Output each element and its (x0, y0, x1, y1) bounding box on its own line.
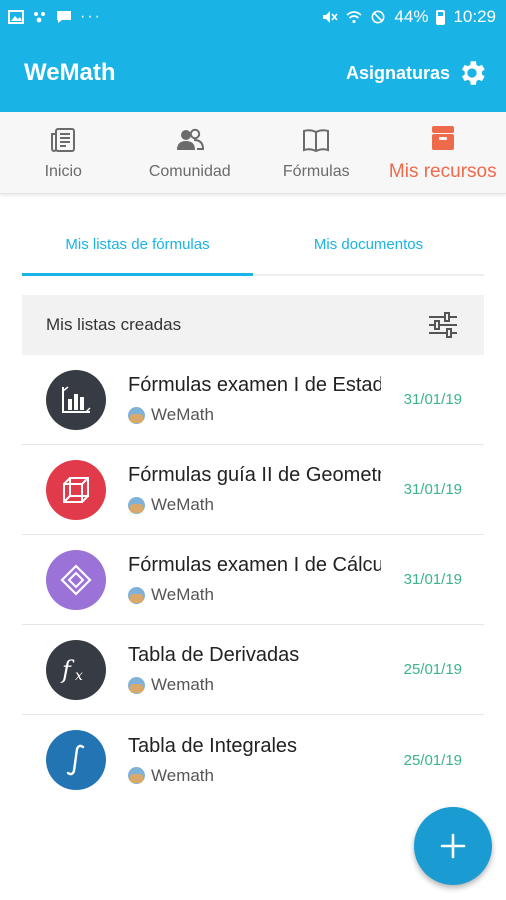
list-item[interactable]: Tabla de Integrales Wemath 25/01/19 (22, 715, 484, 805)
wemath-logo-icon (128, 767, 145, 784)
wemath-logo-icon (128, 586, 145, 604)
nav-item-inicio[interactable]: Inicio (0, 112, 127, 193)
list-title: Fórmulas examen I de Estadística (128, 374, 381, 396)
tab-formula-lists[interactable]: Mis listas de fórmulas (22, 232, 253, 276)
list-title: Tabla de Derivadas (128, 644, 300, 666)
signal-dots-icon (34, 12, 45, 23)
filter-bar: Mis listas creadas (22, 295, 484, 355)
status-bar: ··· 44% 10:29 (0, 0, 506, 34)
more-notifications: ··· (80, 8, 102, 25)
wemath-logo-icon (128, 406, 145, 424)
list-title: Fórmulas examen I de Cálculo (128, 554, 381, 576)
list-title: Fórmulas guía II de Geometría (128, 464, 381, 486)
inbox-icon (431, 125, 454, 150)
svg-text:x: x (75, 668, 83, 684)
list-item[interactable]: Fórmulas guía II de Geometría WeMath 31/… (22, 445, 484, 535)
list-author-name: Wemath (151, 675, 214, 694)
clock: 10:29 (453, 7, 496, 26)
image-icon (8, 10, 24, 24)
book-icon (303, 128, 330, 152)
community-icon (176, 128, 204, 150)
nav-label-comunidad: Comunidad (148, 162, 231, 180)
nav-item-mis-recursos[interactable]: Mis recursos (380, 112, 506, 193)
list-author: WeMath (128, 585, 381, 605)
list-avatar (46, 730, 106, 790)
list-item[interactable]: Fórmulas examen I de Estadística WeMath … (22, 355, 484, 445)
news-icon (51, 127, 76, 152)
nav-label-mis-recursos: Mis recursos (388, 160, 497, 182)
list-author: WeMath (128, 405, 381, 425)
integral-icon (66, 744, 85, 776)
formula-list: Fórmulas examen I de Estadística WeMath … (22, 355, 484, 805)
list-author: WeMath (128, 495, 381, 515)
main-nav: Inicio Comunidad Fórmulas Mis recursos (0, 112, 506, 194)
svg-text:f: f (60, 656, 75, 684)
app-bar: WeMath Asignaturas (0, 34, 506, 112)
nav-label-inicio: Inicio (44, 162, 82, 180)
sliders-icon[interactable] (428, 312, 458, 338)
cube-icon (63, 476, 89, 503)
list-date: 31/01/19 (403, 481, 462, 498)
sub-tabs: Mis listas de fórmulas Mis documentos (22, 232, 484, 276)
fx-icon: f x (60, 656, 83, 684)
list-author-name: WeMath (151, 585, 214, 604)
list-date: 25/01/19 (403, 751, 462, 769)
mute-icon (323, 11, 339, 23)
list-date: 25/01/19 (403, 661, 462, 678)
nav-item-formulas[interactable]: Fórmulas (253, 112, 380, 193)
battery-percent: 44% (394, 7, 429, 26)
tab-documents[interactable]: Mis documentos (253, 232, 484, 274)
list-author-name: WeMath (151, 495, 214, 514)
list-avatar (46, 369, 106, 430)
wifi-icon (346, 11, 362, 24)
list-author-name: Wemath (151, 765, 214, 785)
list-avatar (46, 459, 106, 520)
list-item[interactable]: Fórmulas examen I de Cálculo WeMath 31/0… (22, 535, 484, 625)
subjects-button[interactable]: Asignaturas (346, 57, 488, 89)
nav-item-comunidad[interactable]: Comunidad (127, 112, 254, 193)
nav-label-formulas: Fórmulas (282, 162, 350, 180)
list-author: Wemath (128, 675, 381, 695)
battery-icon (436, 9, 446, 25)
bar-chart-icon (62, 385, 91, 413)
list-author-name: WeMath (151, 405, 214, 424)
message-icon (57, 11, 71, 23)
filter-bar-label: Mis listas creadas (46, 315, 182, 334)
app-title: WeMath (24, 59, 116, 86)
list-avatar (46, 549, 106, 610)
subjects-label: Asignaturas (345, 62, 450, 83)
list-author: Wemath (128, 766, 381, 786)
plus-icon (440, 833, 466, 859)
list-item[interactable]: f x Tabla de Derivadas Wemath 25/01/19 (22, 625, 484, 715)
list-date: 31/01/19 (403, 571, 462, 588)
list-title: Tabla de Integrales (128, 734, 298, 757)
blocked-icon (371, 10, 385, 24)
wemath-logo-icon (128, 496, 145, 514)
list-avatar: f x (46, 639, 106, 700)
gear-icon (462, 61, 485, 85)
list-date: 31/01/19 (403, 391, 462, 408)
wemath-logo-icon (128, 676, 145, 694)
diamond-icon (60, 563, 92, 596)
add-list-button[interactable] (414, 807, 492, 885)
